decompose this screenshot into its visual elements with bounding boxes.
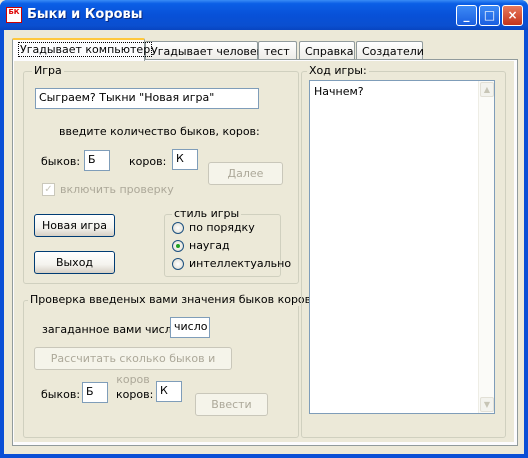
game-group: Игра Сыграем? Тыкни "Новая игра" введите… <box>23 64 299 284</box>
tab-human-guesses[interactable]: Угадывает человек <box>145 41 263 60</box>
style-radio-smart[interactable] <box>172 258 184 270</box>
tab-test[interactable]: тест <box>258 41 297 60</box>
verify-bulls-label: быков: <box>41 388 81 401</box>
enable-check-checkbox[interactable]: ✓ <box>42 183 55 196</box>
game-log-textarea[interactable]: Начнем? ▲ ▼ <box>309 80 495 414</box>
tab-help[interactable]: Справка <box>299 41 355 60</box>
scroll-up-icon[interactable]: ▲ <box>480 82 494 97</box>
enable-check-label: включить проверку <box>60 183 174 196</box>
log-group: Ход игры: Начнем? ▲ ▼ <box>301 64 506 438</box>
new-game-button[interactable]: Новая игра <box>34 214 115 237</box>
scroll-down-icon[interactable]: ▼ <box>480 397 494 412</box>
log-scrollbar[interactable]: ▲ ▼ <box>478 81 494 413</box>
bulls-input[interactable]: Б <box>84 150 110 171</box>
tab-computer-guesses[interactable]: Угадывает компьютер <box>12 38 153 61</box>
style-group-legend: стиль игры <box>172 207 242 220</box>
tab-creators[interactable]: Создатели <box>356 41 424 60</box>
title-bar[interactable]: БК Быки и Коровы _ □ × <box>0 0 528 30</box>
maximize-button[interactable]: □ <box>479 5 500 26</box>
style-group: стиль игры по порядку наугад интеллектуа… <box>164 207 291 277</box>
verify-group: Проверка введеных вами значения быков ко… <box>23 293 314 438</box>
window-client: Угадывает компьютер Угадывает человек те… <box>4 30 524 454</box>
count-prompt-label: введите количество быков, коров: <box>59 125 260 138</box>
app-window: БК Быки и Коровы _ □ × Угадывает компьют… <box>0 0 528 458</box>
minimize-button[interactable]: _ <box>456 5 477 26</box>
verify-group-legend: Проверка введеных вами значения быков ко… <box>28 293 314 306</box>
verify-bulls-input[interactable]: Б <box>82 382 108 403</box>
style-radio-random[interactable] <box>172 240 184 252</box>
tab-label: Угадывает компьютер <box>18 42 153 57</box>
bulls-label: быков: <box>41 155 81 168</box>
next-button[interactable]: Далее <box>208 162 283 185</box>
secret-number-input[interactable]: число <box>170 317 210 338</box>
exit-button[interactable]: Выход <box>34 251 115 274</box>
verify-cows-label: коров: <box>116 388 154 401</box>
enter-button[interactable]: Ввести <box>195 393 268 416</box>
window-title: Быки и Коровы <box>27 7 143 22</box>
calculate-button[interactable]: Рассчитать сколько быков и коров <box>34 347 232 386</box>
app-icon: БК <box>6 7 22 23</box>
close-button[interactable]: × <box>502 5 523 26</box>
secret-number-label: загаданное вами число: <box>42 323 183 336</box>
log-group-legend: Ход игры: <box>307 64 369 77</box>
tab-panel-body: Игра Сыграем? Тыкни "Новая игра" введите… <box>14 61 514 442</box>
message-field[interactable]: Сыграем? Тыкни "Новая игра" <box>35 88 259 109</box>
style-option-random: наугад <box>189 239 230 252</box>
cows-label: коров: <box>129 155 167 168</box>
tab-panel: Игра Сыграем? Тыкни "Новая игра" введите… <box>12 59 518 446</box>
game-log-text: Начнем? <box>314 85 364 98</box>
style-radio-order[interactable] <box>172 222 184 234</box>
style-option-smart: интеллектуально <box>189 257 292 270</box>
game-group-legend: Игра <box>32 64 64 77</box>
verify-cows-input[interactable]: К <box>156 381 182 402</box>
style-option-order: по порядку <box>189 221 255 234</box>
cows-input[interactable]: К <box>172 149 198 170</box>
